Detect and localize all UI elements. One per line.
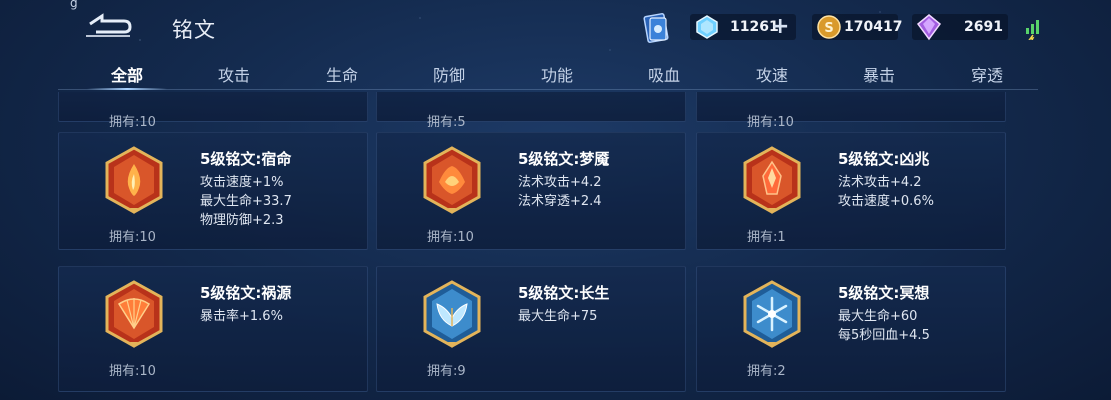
gold-coin-icon: S: [817, 15, 841, 39]
category-tabs: 全部 攻击 生命 防御 功能 吸血 攻速 暴击 穿透: [58, 58, 1038, 92]
inscription-card-mengyan[interactable]: 5级铭文:梦魇 法术攻击+4.2 法术穿透+2.4 拥有:10: [376, 132, 686, 250]
inscription-card-suming[interactable]: 5级铭文:宿命 攻击速度+1% 最大生命+33.7 物理防御+2.3 拥有:10: [58, 132, 368, 250]
tab-all[interactable]: 全部: [77, 62, 177, 86]
inscription-name: 5级铭文:冥想: [838, 284, 930, 302]
tab-defense[interactable]: 防御: [399, 62, 499, 86]
owned-count: 拥有:10: [427, 230, 474, 245]
owned-count: 拥有:10: [109, 115, 156, 130]
top-bar: ǵ 铭文 11261 + S 170417 2691: [0, 0, 1111, 56]
inscription-attr: 最大生命+33.7: [200, 194, 292, 209]
gold-count: 170417: [844, 19, 903, 35]
owned-count: 拥有:10: [109, 364, 156, 379]
inscription-card-xiongzhao[interactable]: 5级铭文:凶兆 法术攻击+4.2 攻击速度+0.6% 拥有:1: [696, 132, 1006, 250]
tab-attack[interactable]: 攻击: [184, 62, 284, 86]
inscription-attr: 攻击速度+1%: [200, 175, 284, 190]
tab-lifesteal[interactable]: 吸血: [614, 62, 714, 86]
page-title: 铭文: [172, 18, 216, 42]
owned-count: 拥有:1: [747, 230, 786, 245]
inscription-card-partial[interactable]: 拥有:5: [376, 92, 686, 130]
add-diamond-button[interactable]: +: [771, 16, 789, 38]
inscription-name: 5级铭文:宿命: [200, 150, 292, 168]
inscription-attr: 攻击速度+0.6%: [838, 194, 934, 209]
inscription-attr: 物理防御+2.3: [200, 213, 284, 228]
inscription-name: 5级铭文:长生: [518, 284, 610, 302]
snowflake-emblem-icon: [743, 280, 801, 348]
inscription-name: 5级铭文:梦魇: [518, 150, 610, 168]
crystal-emblem-icon: [743, 146, 801, 214]
active-tab-indicator: [87, 88, 167, 90]
fan-emblem-icon: [105, 280, 163, 348]
inscription-attr: 暴击率+1.6%: [200, 309, 283, 324]
inscription-card-mingxiang[interactable]: 5级铭文:冥想 最大生命+60 每5秒回血+4.5 拥有:2: [696, 266, 1006, 392]
inscription-card-huoyuan[interactable]: 5级铭文:祸源 暴击率+1.6% 拥有:10: [58, 266, 368, 392]
owned-count: 拥有:10: [747, 115, 794, 130]
inscription-attr: 最大生命+60: [838, 309, 918, 324]
inscription-attr: 法术攻击+4.2: [838, 175, 922, 190]
network-signal-icon: [1026, 20, 1039, 40]
tab-utility[interactable]: 功能: [507, 62, 607, 86]
inscription-attr: 法术攻击+4.2: [518, 175, 602, 190]
inscription-list: 拥有:10 拥有:5 拥有:10 5级铭文:宿命 攻击速度+1% 最大生命+33…: [58, 92, 1038, 400]
flame-emblem-icon: [105, 146, 163, 214]
inscription-card-partial[interactable]: 拥有:10: [696, 92, 1006, 130]
owned-count: 拥有:10: [109, 230, 156, 245]
corner-glyph: ǵ: [70, 0, 78, 10]
inscription-name: 5级铭文:凶兆: [838, 150, 930, 168]
lotus-emblem-icon: [423, 146, 481, 214]
tab-attack-speed[interactable]: 攻速: [722, 62, 822, 86]
diamond-icon: [696, 15, 718, 39]
tab-health[interactable]: 生命: [292, 62, 392, 86]
tab-critical[interactable]: 暴击: [829, 62, 929, 86]
purple-gem-icon: [916, 14, 942, 41]
svg-text:S: S: [824, 21, 833, 36]
tabs-divider: [58, 89, 1038, 90]
inscription-attr: 每5秒回血+4.5: [838, 328, 930, 343]
inscription-card-changsheng[interactable]: 5级铭文:长生 最大生命+75 拥有:9: [376, 266, 686, 392]
inscription-name: 5级铭文:祸源: [200, 284, 292, 302]
inscription-card-partial[interactable]: 拥有:10: [58, 92, 368, 130]
wing-emblem-icon: [423, 280, 481, 348]
inscription-attr: 最大生命+75: [518, 309, 598, 324]
owned-count: 拥有:5: [427, 115, 466, 130]
owned-count: 拥有:9: [427, 364, 466, 379]
tab-penetration[interactable]: 穿透: [937, 62, 1037, 86]
inscription-book-icon[interactable]: [640, 12, 672, 44]
inscription-attr: 法术穿透+2.4: [518, 194, 602, 209]
gem-count: 2691: [964, 19, 1003, 35]
owned-count: 拥有:2: [747, 364, 786, 379]
back-button[interactable]: [82, 12, 132, 40]
